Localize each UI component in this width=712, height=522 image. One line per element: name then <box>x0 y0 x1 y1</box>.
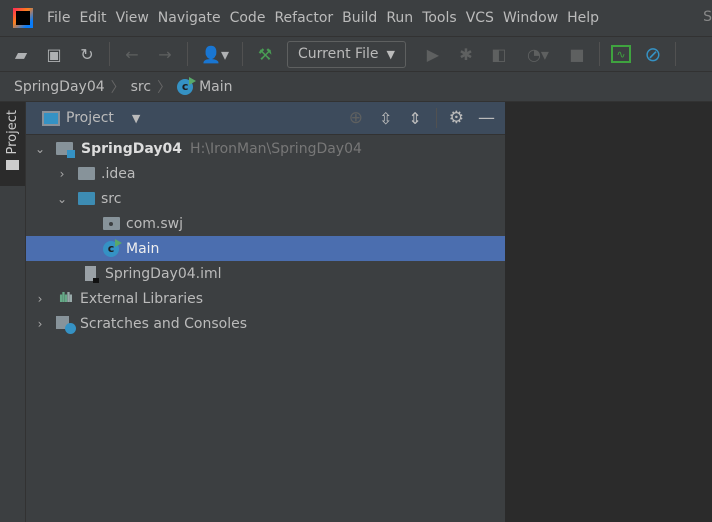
package-icon <box>103 217 120 230</box>
tree-item-label: Main <box>126 240 160 257</box>
tree-item-src[interactable]: ⌄ src <box>26 186 505 211</box>
tree-item-project-root[interactable]: ⌄ SpringDay04 H:\IronMan\SpringDay04 <box>26 136 505 161</box>
menu-window[interactable]: Window <box>503 10 558 26</box>
forward-icon[interactable]: → <box>154 43 176 65</box>
menu-refactor[interactable]: Refactor <box>274 10 333 26</box>
minimize-icon[interactable]: — <box>478 108 495 128</box>
libraries-icon: ılı lı <box>58 291 73 306</box>
collapse-arrow-icon[interactable]: › <box>34 292 46 306</box>
user-icon[interactable]: 👤▾ <box>199 43 231 65</box>
tree-item-label: .idea <box>101 165 136 182</box>
chevron-down-icon[interactable]: ▼ <box>132 112 140 125</box>
run-icon[interactable]: ▶ <box>422 43 444 65</box>
window-title: S <box>703 9 712 25</box>
power-save-icon[interactable]: ⊘ <box>642 42 664 66</box>
divider <box>109 42 110 66</box>
collapse-arrow-icon[interactable]: › <box>34 317 46 331</box>
menu-tools[interactable]: Tools <box>422 10 457 26</box>
menu-bar: File Edit View Navigate Code Refactor Bu… <box>0 0 712 36</box>
monitor-icon[interactable]: ∿ <box>610 45 631 63</box>
source-folder-icon <box>78 192 95 205</box>
module-folder-icon <box>56 142 75 158</box>
tree-item-external-libraries[interactable]: › ılı lı External Libraries <box>26 286 505 311</box>
expand-arrow-icon[interactable]: ⌄ <box>34 142 46 156</box>
gear-icon[interactable]: ⚙ <box>449 108 464 128</box>
menu-navigate[interactable]: Navigate <box>158 10 221 26</box>
collapse-all-icon[interactable]: ⇕ <box>408 109 421 128</box>
tree-item-label: com.swj <box>126 215 183 232</box>
save-icon[interactable]: ▣ <box>43 43 65 65</box>
back-icon[interactable]: ← <box>121 43 143 65</box>
breadcrumb-src[interactable]: src <box>131 79 151 95</box>
locate-icon[interactable]: ⊕ <box>349 108 363 128</box>
expand-all-icon[interactable]: ⇳ <box>379 109 392 128</box>
menu-file[interactable]: File <box>47 10 70 26</box>
sync-icon[interactable]: ↻ <box>76 43 98 65</box>
project-tab-label: Project <box>5 110 20 155</box>
iml-file-icon <box>81 266 99 283</box>
tree-item-scratches[interactable]: › Scratches and Consoles <box>26 311 505 336</box>
menu-run[interactable]: Run <box>386 10 413 26</box>
menu-edit[interactable]: Edit <box>79 10 106 26</box>
project-panel-header: Project ▼ ⊕ ⇳ ⇕ ⚙ — <box>26 102 505 135</box>
menu-code[interactable]: Code <box>230 10 266 26</box>
tree-item-label: External Libraries <box>80 290 203 307</box>
java-class-icon: c <box>103 238 122 257</box>
breadcrumb-main[interactable]: Main <box>199 79 232 95</box>
divider <box>598 42 600 66</box>
debug-icon[interactable]: ✱ <box>455 43 477 65</box>
scratches-icon <box>56 315 76 334</box>
run-config-label: Current File <box>298 46 379 62</box>
chevron-right-icon: 〉 <box>110 79 125 96</box>
collapse-arrow-icon[interactable]: › <box>56 167 68 181</box>
divider <box>187 42 188 66</box>
menu-vcs[interactable]: VCS <box>466 10 494 26</box>
tree-item-label: SpringDay04.iml <box>105 265 222 282</box>
tree-item-label: SpringDay04 <box>81 140 183 157</box>
tree-item-package[interactable]: com.swj <box>26 211 505 236</box>
menu-build[interactable]: Build <box>342 10 377 26</box>
tree-item-path: H:\IronMan\SpringDay04 <box>190 140 362 157</box>
project-tool-tab[interactable]: Project <box>0 102 25 186</box>
breadcrumb: SpringDay04 〉 src 〉 c Main <box>0 72 712 102</box>
tree-item-main[interactable]: c Main <box>26 236 505 261</box>
open-folder-icon[interactable]: ▰ <box>10 43 32 65</box>
divider <box>674 42 676 66</box>
toolbar: ▰ ▣ ↻ ← → 👤▾ ⚒ Current File ▼ ▶ ✱ ◧ ◔▾ ■ … <box>0 36 712 72</box>
stop-icon[interactable]: ■ <box>566 43 588 65</box>
folder-icon <box>6 160 19 171</box>
breadcrumb-project[interactable]: SpringDay04 <box>14 79 105 95</box>
chevron-down-icon: ▼ <box>386 47 395 61</box>
tree-item-label: src <box>101 190 122 207</box>
menu-view[interactable]: View <box>116 10 149 26</box>
folder-icon <box>78 167 95 180</box>
chevron-right-icon: 〉 <box>157 79 172 96</box>
run-config-select[interactable]: Current File ▼ <box>287 40 406 68</box>
divider <box>242 42 243 66</box>
divider <box>435 108 437 128</box>
expand-arrow-icon[interactable]: ⌄ <box>56 192 68 206</box>
profile-icon[interactable]: ◔▾ <box>521 43 555 65</box>
tree-item-iml[interactable]: SpringDay04.iml <box>26 261 505 286</box>
java-class-icon: c <box>177 76 197 95</box>
tree-item-idea[interactable]: › .idea <box>26 161 505 186</box>
build-hammer-icon[interactable]: ⚒ <box>254 43 276 65</box>
project-panel: Project ▼ ⊕ ⇳ ⇕ ⚙ — ⌄ SpringDay04 H:\Iro… <box>26 102 505 522</box>
menu-help[interactable]: Help <box>567 10 599 26</box>
project-view-icon <box>42 110 60 126</box>
intellij-logo-icon[interactable] <box>13 8 33 28</box>
tree-item-label: Scratches and Consoles <box>80 315 247 332</box>
editor-area[interactable] <box>505 102 712 522</box>
project-panel-title[interactable]: Project <box>66 110 114 126</box>
coverage-icon[interactable]: ◧ <box>488 43 510 65</box>
